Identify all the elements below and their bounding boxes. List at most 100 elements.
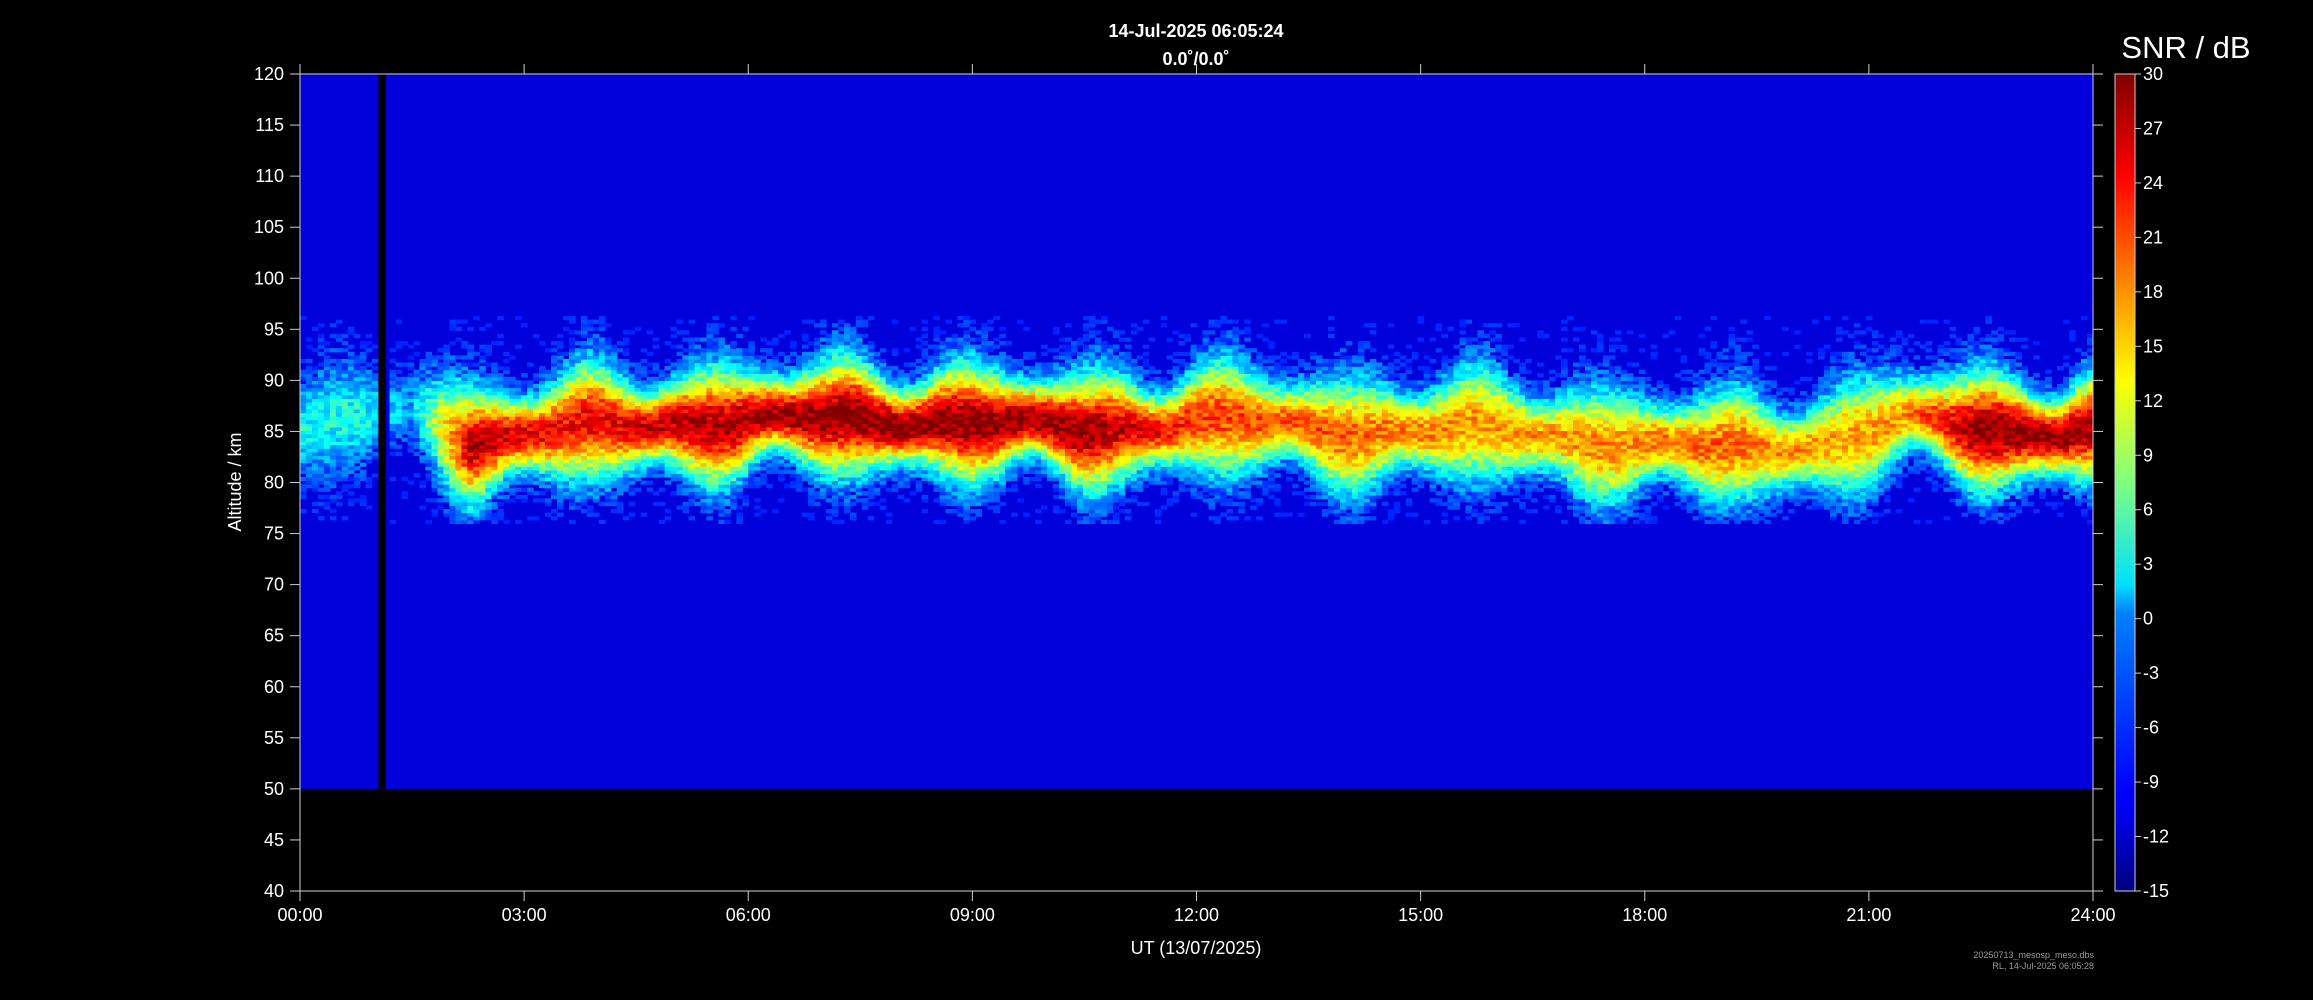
heatmap-cell-4931 xyxy=(1005,369,1012,374)
heatmap-cell-3914 xyxy=(867,419,875,424)
heatmap-cell-3300 xyxy=(790,423,797,428)
heatmap-cell-1125 xyxy=(479,394,486,399)
heatmap-cell-4045 xyxy=(885,387,893,392)
heatmap-cell-3274 xyxy=(784,391,791,396)
heatmap-cell-484 xyxy=(371,409,379,414)
heatmap-cell-684 xyxy=(425,519,433,524)
heatmap-cell-3906 xyxy=(867,448,875,453)
heatmap-cell-3661 xyxy=(837,434,845,439)
heatmap-cell-2489 xyxy=(676,362,684,367)
heatmap-cell-2505 xyxy=(682,466,690,471)
heatmap-cell-1531 xyxy=(545,451,552,457)
heatmap-cell-1616 xyxy=(557,451,564,457)
heatmap-cell-631 xyxy=(413,437,421,442)
heatmap-cell-3595 xyxy=(831,491,839,496)
heatmap-cell-2927 xyxy=(730,362,737,367)
heatmap-cell-629 xyxy=(413,444,421,449)
heatmap-cell-473 xyxy=(371,451,379,457)
heatmap-cell-1776 xyxy=(574,380,582,385)
heatmap-cell-3528 xyxy=(820,369,827,374)
heatmap-cell-3543 xyxy=(825,491,833,496)
heatmap-cell-358 xyxy=(347,351,355,356)
heatmap-cell-706 xyxy=(425,401,433,406)
heatmap-cell-1644 xyxy=(557,351,564,356)
heatmap-cell-2734 xyxy=(706,323,713,328)
heatmap-cell-3877 xyxy=(861,380,869,385)
heatmap-cell-3999 xyxy=(879,416,887,421)
heatmap-cell-976 xyxy=(461,416,468,421)
heatmap-cell-959 xyxy=(461,476,468,482)
heatmap-cell-3444 xyxy=(808,351,815,356)
heatmap-cell-4556 xyxy=(963,516,970,521)
heatmap-cell-3331 xyxy=(796,451,803,457)
heatmap-cell-2651 xyxy=(700,448,707,453)
heatmap-cell-3544 xyxy=(825,487,833,492)
heatmap-cell-3858 xyxy=(861,448,869,453)
heatmap-cell-4020 xyxy=(885,476,893,482)
heatmap-cell-3263 xyxy=(784,430,791,435)
heatmap-cell-1824 xyxy=(580,376,588,381)
heatmap-cell-1787 xyxy=(574,330,582,335)
heatmap-cell-346 xyxy=(347,394,355,399)
heatmap-cell-2543 xyxy=(688,494,696,499)
heatmap-cell-2366 xyxy=(658,419,666,424)
heatmap-cell-4514 xyxy=(957,473,964,478)
heatmap-cell-4713 xyxy=(981,494,988,499)
heatmap-cell-2092 xyxy=(616,480,624,485)
heatmap-cell-378 xyxy=(353,423,361,428)
heatmap-cell-2308 xyxy=(646,376,654,381)
heatmap-cell-1741 xyxy=(569,316,576,321)
heatmap-cell-38 xyxy=(306,476,313,482)
heatmap-cell-255 xyxy=(335,430,343,435)
heatmap-cell-4655 xyxy=(969,355,976,360)
heatmap-cell-3052 xyxy=(748,391,755,396)
heatmap-cell-451 xyxy=(365,423,373,428)
heatmap-cell-4315 xyxy=(933,473,941,478)
heatmap-cell-795 xyxy=(437,376,445,381)
heatmap-cell-1556 xyxy=(551,516,558,521)
heatmap-cell-2177 xyxy=(628,476,636,482)
heatmap-cell-1930 xyxy=(592,369,600,374)
heatmap-cell-4418 xyxy=(945,459,953,464)
heatmap-cell-645 xyxy=(413,387,421,392)
heatmap-cell-1249 xyxy=(497,437,504,442)
heatmap-cell-877 xyxy=(449,416,456,421)
heatmap-cell-3075 xyxy=(754,466,761,471)
heatmap-cell-1961 xyxy=(598,434,606,439)
heatmap-cell-3639 xyxy=(831,333,839,339)
heatmap-cell-3562 xyxy=(825,423,833,428)
heatmap-cell-4445 xyxy=(945,362,953,367)
heatmap-cell-833 xyxy=(443,394,450,399)
heatmap-cell-4537 xyxy=(957,391,964,396)
heatmap-cell-2718 xyxy=(706,380,713,385)
heatmap-cell-2915 xyxy=(730,405,737,410)
heatmap-cell-1299 xyxy=(503,401,510,406)
heatmap-cell-4348 xyxy=(933,355,941,360)
heatmap-cell-4290 xyxy=(927,416,935,421)
heatmap-cell-437 xyxy=(365,505,373,510)
heatmap-cell-1177 xyxy=(485,380,492,385)
heatmap-cell-1938 xyxy=(592,341,600,346)
heatmap-cell-1781 xyxy=(574,362,582,367)
heatmap-cell-455 xyxy=(365,409,373,414)
heatmap-cell-3943 xyxy=(873,473,881,478)
heatmap-cell-1393 xyxy=(521,444,528,449)
heatmap-cell-4382 xyxy=(939,416,947,421)
heatmap-cell-1921 xyxy=(592,401,600,406)
heatmap-cell-3392 xyxy=(802,366,809,371)
heatmap-cell-4111 xyxy=(897,409,905,414)
heatmap-cell-2861 xyxy=(724,434,731,439)
heatmap-cell-4981 xyxy=(1017,451,1024,457)
heatmap-cell-41 xyxy=(306,466,313,471)
heatmap-cell-3047 xyxy=(748,409,755,414)
heatmap-cell-1897 xyxy=(592,487,600,492)
heatmap-cell-68 xyxy=(306,369,313,374)
heatmap-cell-2817 xyxy=(718,409,725,414)
heatmap-cell-445 xyxy=(365,444,373,449)
heatmap-cell-2573 xyxy=(688,387,696,392)
heatmap-cell-340 xyxy=(347,416,355,421)
heatmap-cell-1952 xyxy=(598,466,606,471)
heatmap-cell-3763 xyxy=(849,437,857,442)
heatmap-cell-3832 xyxy=(855,362,863,367)
heatmap-cell-4570 xyxy=(963,466,970,471)
